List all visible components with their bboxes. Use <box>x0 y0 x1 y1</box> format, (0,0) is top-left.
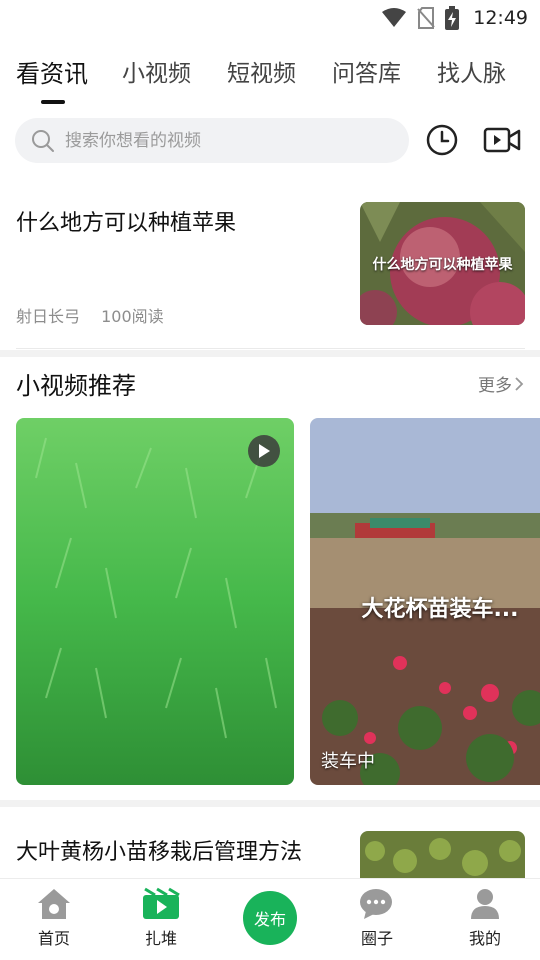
video-card[interactable]: 大花杯苗装车... 装车中 <box>310 418 540 785</box>
grass-image <box>16 418 294 785</box>
video-card[interactable] <box>16 418 294 785</box>
article-reads: 100阅读 <box>101 307 164 326</box>
section-divider <box>0 350 540 357</box>
chat-icon <box>360 889 392 919</box>
nav-label: 扎堆 <box>144 929 177 948</box>
article-title[interactable]: 大叶黄杨小苗移栽后管理方法 <box>16 834 302 866</box>
divider <box>16 348 525 349</box>
bottom-nav: 首页 扎堆 发布 圈子 我的 <box>0 878 540 960</box>
nav-me[interactable]: 我的 <box>445 887 525 949</box>
chevron-right-icon <box>515 376 524 391</box>
user-icon <box>471 889 499 919</box>
thumbnail-caption: 什么地方可以种植苹果 <box>372 257 513 273</box>
article-item[interactable]: 什么地方可以种植苹果 射日长弓 100阅读 什么地方可以种植苹果 <box>0 0 540 350</box>
video-label: 装车中 <box>321 751 375 772</box>
nav-cluster[interactable]: 扎堆 <box>121 887 201 949</box>
play-icon[interactable] <box>248 435 280 467</box>
app-screen: 12:49 看资讯 小视频 短视频 问答库 找人脉 什么地方可以种植苹果 <box>0 0 540 960</box>
article-author: 射日长弓 <box>16 307 81 326</box>
nav-home[interactable]: 首页 <box>14 887 94 949</box>
nav-label: 我的 <box>468 929 501 948</box>
more-label: 更多 <box>478 376 512 396</box>
publish-button[interactable]: 发布 <box>243 891 297 945</box>
article-item[interactable]: 大叶黄杨小苗移栽后管理方法 <box>0 810 540 891</box>
video-overlay-title: 大花杯苗装车... <box>361 597 519 622</box>
nav-label: 圈子 <box>360 929 393 948</box>
nav-label: 首页 <box>37 929 70 948</box>
more-link[interactable]: 更多 <box>478 371 524 396</box>
nav-circle[interactable]: 圈子 <box>337 887 417 949</box>
article-title[interactable]: 什么地方可以种植苹果 <box>16 205 236 237</box>
article-thumbnail[interactable]: 什么地方可以种植苹果 <box>360 202 525 325</box>
section-divider <box>0 800 540 807</box>
section-title: 小视频推荐 <box>16 372 136 400</box>
play-triangle-icon <box>259 444 270 458</box>
video-clapper-icon <box>143 887 180 919</box>
home-icon <box>38 889 70 919</box>
article-meta: 射日长弓 100阅读 <box>16 303 164 327</box>
